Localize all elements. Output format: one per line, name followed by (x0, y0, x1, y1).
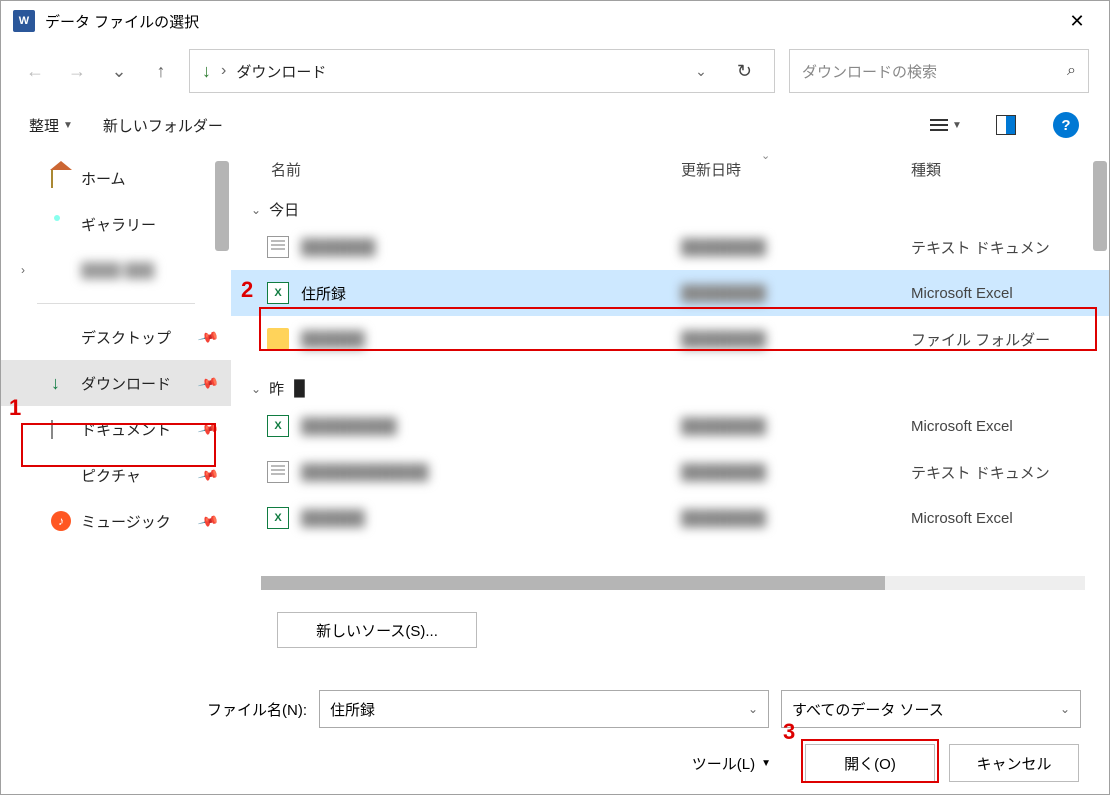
chevron-down-icon: ▼ (63, 120, 73, 131)
chevron-down-icon: ⌄ (251, 382, 261, 396)
home-icon (51, 170, 53, 187)
file-row[interactable]: X██████ ████████ Microsoft Excel (231, 495, 1109, 541)
location-dropdown-icon[interactable]: ⌄ (685, 63, 717, 80)
pin-icon[interactable]: 📌 (196, 509, 220, 532)
chevron-down-icon[interactable]: ⌄ (748, 702, 758, 716)
file-row[interactable]: ██████ ████████ ファイル フォルダー (231, 316, 1109, 362)
file-scrollbar[interactable] (1093, 161, 1107, 251)
list-view-icon (930, 119, 948, 131)
annotation-1: 1 (9, 395, 21, 421)
file-row[interactable]: X█████████ ████████ Microsoft Excel (231, 403, 1109, 449)
chevron-down-icon: ▼ (761, 758, 771, 769)
titlebar: W データ ファイルの選択 ✕ (1, 1, 1109, 41)
sidebar-item-desktop[interactable]: デスクトップ 📌 (1, 314, 231, 360)
search-input[interactable]: ダウンロードの検索 ⌕ (789, 49, 1089, 93)
sidebar-item-music[interactable]: ♪ ミュージック 📌 (1, 498, 231, 544)
help-icon: ? (1053, 112, 1079, 138)
new-folder-button[interactable]: 新しいフォルダー (103, 115, 223, 136)
tools-button[interactable]: ツール(L) ▼ (692, 753, 771, 774)
word-app-icon: W (13, 10, 35, 32)
chevron-down-icon: ⌄ (251, 203, 261, 217)
file-list-area: 名前 ⌄ 更新日時 種類 ⌄ 今日 ███████ ████████ テキスト … (231, 149, 1109, 594)
annotation-3: 3 (783, 719, 795, 745)
excel-file-icon: X (267, 507, 289, 529)
recent-locations-button[interactable]: ⌄ (105, 57, 133, 85)
view-mode-button[interactable]: ▼ (931, 110, 961, 140)
chevron-down-icon[interactable]: ⌄ (1060, 702, 1070, 716)
text-file-icon (267, 461, 289, 483)
pin-icon[interactable]: 📌 (196, 417, 220, 440)
filename-label: ファイル名(N): (207, 699, 307, 720)
chevron-down-icon: ▼ (952, 120, 962, 131)
open-button[interactable]: 開く(O) (805, 744, 935, 782)
pin-icon[interactable]: 📌 (196, 325, 220, 348)
search-placeholder: ダウンロードの検索 (802, 61, 1067, 82)
sidebar-item-documents[interactable]: ドキュメント 📌 (1, 406, 231, 452)
column-date[interactable]: ⌄ 更新日時 (681, 159, 911, 180)
file-row-selected[interactable]: X住所録 ████████ Microsoft Excel (231, 270, 1109, 316)
sidebar-item-gallery[interactable]: ギャラリー (1, 201, 231, 247)
address-bar[interactable]: ↓ › ダウンロード ⌄ ↻ (189, 49, 775, 93)
close-icon[interactable]: ✕ (1057, 11, 1097, 32)
toolbar: 整理 ▼ 新しいフォルダー ▼ ? (1, 101, 1109, 149)
sidebar-item-downloads[interactable]: ↓ ダウンロード 📌 (1, 360, 231, 406)
sidebar: ホーム ギャラリー › ████ ███ デスクトップ 📌 ↓ ダウンロード 📌… (1, 149, 231, 594)
bottom-panel: 新しいソース(S)... ファイル名(N): 住所録 ⌄ すべてのデータ ソース… (1, 594, 1109, 782)
help-button[interactable]: ? (1051, 110, 1081, 140)
column-headers: 名前 ⌄ 更新日時 種類 (231, 149, 1109, 189)
excel-file-icon: X (267, 282, 289, 304)
preview-pane-button[interactable] (991, 110, 1021, 140)
sort-indicator-icon: ⌄ (761, 149, 770, 162)
annotation-2: 2 (241, 277, 253, 303)
sidebar-item-onedrive[interactable]: › ████ ███ (1, 247, 231, 293)
filename-input[interactable]: 住所録 ⌄ (319, 690, 769, 728)
pin-icon[interactable]: 📌 (196, 463, 220, 486)
column-type[interactable]: 種類 (911, 159, 1109, 180)
horizontal-scrollbar[interactable] (261, 576, 1085, 590)
search-icon: ⌕ (1067, 62, 1076, 80)
text-file-icon (267, 236, 289, 258)
group-today[interactable]: ⌄ 今日 (231, 195, 1109, 224)
sidebar-item-home[interactable]: ホーム (1, 155, 231, 201)
dialog-title: データ ファイルの選択 (45, 11, 199, 32)
navigation-row: ← → ⌄ ↑ ↓ › ダウンロード ⌄ ↻ ダウンロードの検索 ⌕ (1, 41, 1109, 101)
pin-icon[interactable]: 📌 (196, 371, 220, 394)
cancel-button[interactable]: キャンセル (949, 744, 1079, 782)
organize-button[interactable]: 整理 ▼ (29, 115, 73, 136)
file-row[interactable]: ████████████ ████████ テキスト ドキュメン (231, 449, 1109, 495)
file-row[interactable]: ███████ ████████ テキスト ドキュメン (231, 224, 1109, 270)
expand-icon[interactable]: › (21, 263, 25, 277)
documents-icon (51, 421, 53, 438)
current-location: ダウンロード (236, 61, 326, 82)
back-button[interactable]: ← (21, 57, 49, 85)
music-icon: ♪ (51, 511, 71, 531)
downloads-icon: ↓ (51, 373, 60, 394)
forward-button[interactable]: → (63, 57, 91, 85)
downloads-icon: ↓ (202, 61, 211, 82)
preview-icon (996, 115, 1016, 135)
breadcrumb-separator: › (221, 62, 226, 80)
column-name[interactable]: 名前 (231, 159, 681, 180)
refresh-button[interactable]: ↻ (727, 61, 762, 82)
group-yesterday[interactable]: ⌄ 昨█ (231, 374, 1109, 403)
excel-file-icon: X (267, 415, 289, 437)
folder-icon (267, 328, 289, 350)
sidebar-divider (37, 303, 195, 304)
new-source-button[interactable]: 新しいソース(S)... (277, 612, 477, 648)
sidebar-item-pictures[interactable]: ピクチャ 📌 (1, 452, 231, 498)
filetype-filter[interactable]: すべてのデータ ソース ⌄ (781, 690, 1081, 728)
up-button[interactable]: ↑ (147, 57, 175, 85)
